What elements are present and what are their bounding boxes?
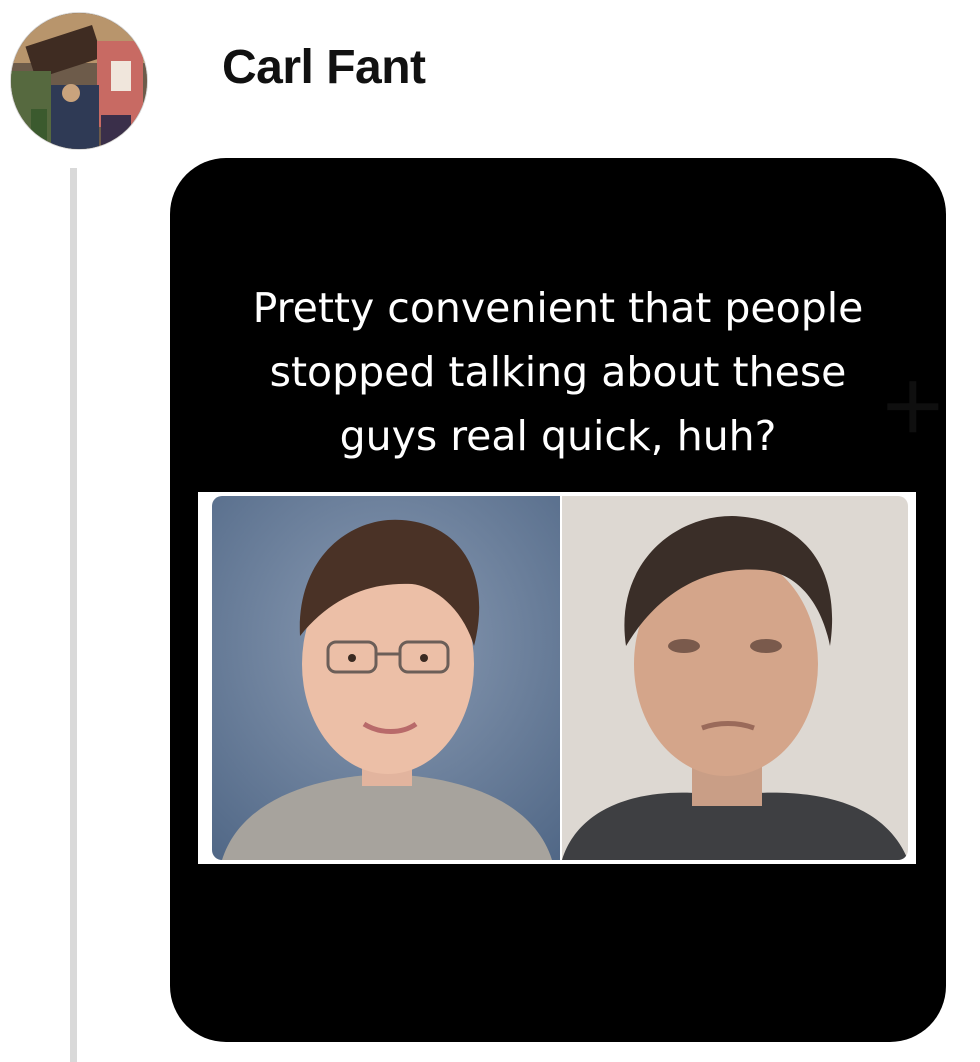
portrait-mugshot-man-icon xyxy=(562,496,908,860)
thread-line xyxy=(70,168,77,1062)
post-image[interactable]: Pretty convenient that people stopped ta… xyxy=(170,158,946,1042)
meme-caption-line: guys real quick, huh? xyxy=(339,412,777,460)
portrait-young-man-glasses-icon xyxy=(212,496,560,860)
meme-caption-line: stopped talking about these xyxy=(269,348,847,396)
author-name[interactable]: Carl Fant xyxy=(222,40,426,96)
right-portrait xyxy=(562,496,908,860)
meme-caption: Pretty convenient that people stopped ta… xyxy=(190,276,926,468)
photo-frame xyxy=(198,492,916,864)
author-avatar[interactable] xyxy=(10,12,148,150)
meme-caption-line: Pretty convenient that people xyxy=(252,284,864,332)
left-portrait xyxy=(212,496,560,860)
avatar-photo-icon xyxy=(11,13,147,149)
